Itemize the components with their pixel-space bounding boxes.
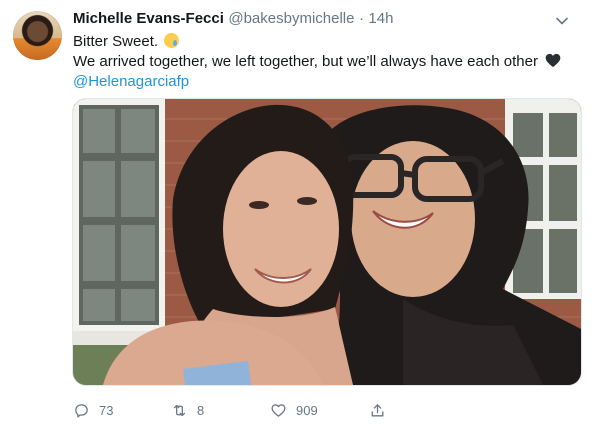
photo-image [73,99,581,385]
share-icon [371,403,384,416]
tweet-line-1: Bitter Sweet. [73,32,573,52]
handle[interactable]: @bakesbymichelle [228,10,354,27]
retweet-count: 8 [197,402,205,418]
avatar[interactable] [13,11,62,60]
reply-icon [75,403,88,418]
share-button[interactable] [369,399,386,421]
like-button[interactable]: 909 [270,399,318,421]
tweet[interactable]: Michelle Evans-Fecci @bakesbymichelle · … [0,0,592,428]
like-count: 909 [296,402,318,418]
retweet-button[interactable]: 8 [171,399,204,421]
tweet-text-line-1: Bitter Sweet. [73,33,159,50]
tweet-line-2: We arrived together, we left together, b… [73,52,573,72]
separator: · [358,10,364,27]
tweet-line-3: @Helenagarciafp [73,72,573,92]
black-heart-icon [545,53,561,68]
mention-link[interactable]: @Helenagarciafp [73,73,189,90]
caret-down-icon[interactable] [554,13,570,29]
timestamp[interactable]: 14h [368,10,393,27]
display-name[interactable]: Michelle Evans-Fecci [73,10,224,27]
tweet-header: Michelle Evans-Fecci @bakesbymichelle · … [73,10,574,32]
reply-button[interactable]: 73 [73,399,113,421]
reply-count: 73 [99,402,114,418]
retweet-icon [173,404,186,416]
action-bar: 73 8 909 [73,399,573,421]
tweet-text: Bitter Sweet. We arrived together, we le… [73,32,573,92]
tweet-photo[interactable] [72,98,582,386]
tweet-text-line-2: We arrived together, we left together, b… [73,53,538,70]
like-icon [271,403,286,417]
crying-face-icon [164,33,180,48]
